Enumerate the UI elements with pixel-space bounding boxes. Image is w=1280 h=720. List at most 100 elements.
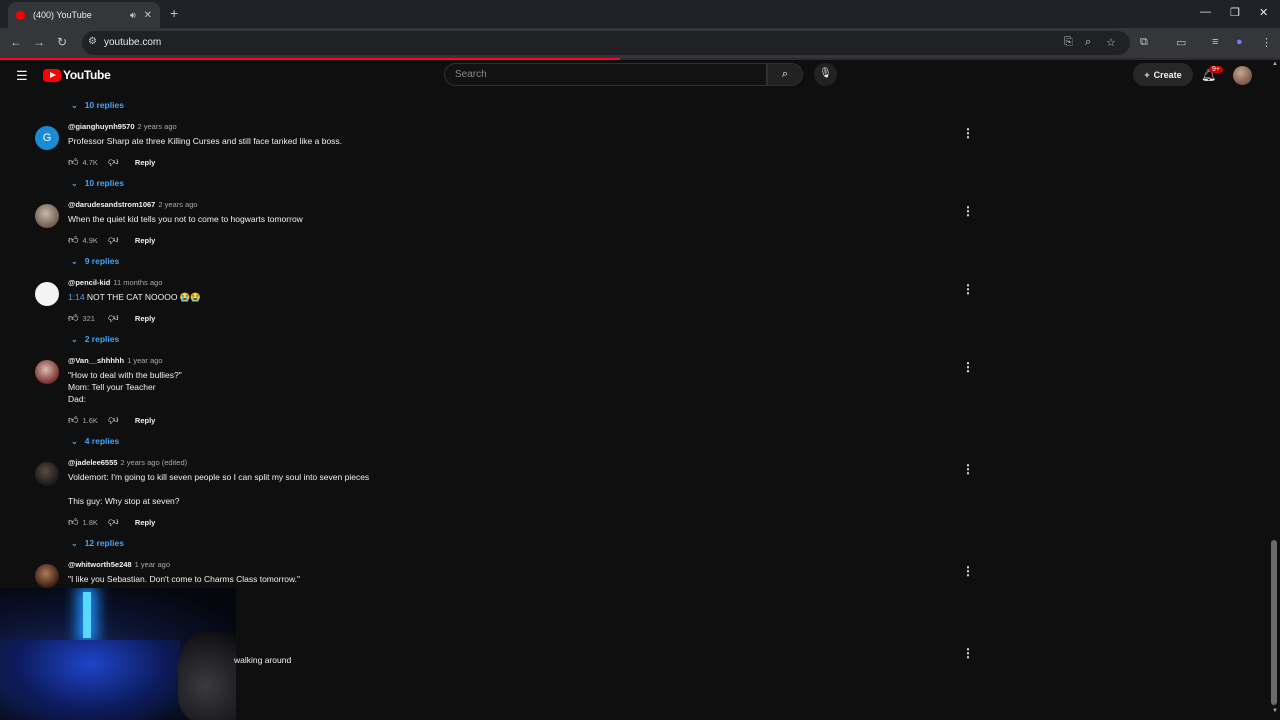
zoom-icon[interactable]: ⌕ — [1085, 36, 1091, 49]
avatar[interactable] — [35, 360, 59, 384]
bookmark-star-icon[interactable]: ☆ — [1106, 36, 1116, 49]
thumbs-up-icon[interactable]: 👍︎ — [68, 516, 78, 528]
thumbs-down-icon[interactable]: 👍︎ — [108, 516, 118, 528]
thumbs-down-icon[interactable]: 👍︎ — [108, 414, 118, 426]
audio-playing-icon[interactable]: 🔊︎ — [130, 10, 136, 21]
install-icon[interactable]: ⎘ — [1064, 36, 1073, 49]
like-count: 1.8K — [82, 517, 98, 527]
comment-author[interactable]: @jadelee6555 — [68, 458, 117, 467]
site-info-icon[interactable]: ⚙︎ — [88, 36, 97, 47]
back-icon[interactable]: ← — [10, 35, 22, 49]
browser-toolbar: ← → ↻ ⚙︎ youtube.com ⎘ ⌕ ☆ ⧉ ▭ ≡ ● ⋮ — [0, 28, 1280, 58]
comment-time[interactable]: 1 year ago — [127, 356, 162, 365]
more-vert-icon[interactable]: ⋮ — [962, 646, 974, 660]
tab-youtube[interactable]: (400) YouTube 🔊︎ ✕ — [8, 2, 160, 28]
comment-actions: 👍︎ 1.8K 👍︎ Reply — [68, 516, 155, 528]
replies-count: 10 replies — [84, 100, 124, 110]
comment-author[interactable]: @gianghuynh9570 — [68, 122, 135, 131]
avatar[interactable]: G — [35, 126, 59, 150]
thumbs-up-icon[interactable]: 👍︎ — [68, 414, 78, 426]
comment-author[interactable]: @Van__shhhhh — [68, 356, 124, 365]
search-input[interactable]: Search — [444, 63, 767, 86]
replies-toggle[interactable]: ⌄ 2 replies — [71, 334, 119, 344]
hamburger-icon[interactable]: ☰ — [16, 68, 28, 84]
reply-button[interactable]: Reply — [135, 416, 155, 425]
reply-button[interactable]: Reply — [135, 158, 155, 167]
avatar[interactable] — [35, 462, 59, 486]
reply-button[interactable]: Reply — [135, 518, 155, 527]
restore-icon[interactable]: ❐ — [1230, 6, 1240, 19]
cast-icon[interactable]: ▭ — [1176, 36, 1186, 49]
more-vert-icon[interactable]: ⋮ — [962, 126, 974, 140]
thumbs-up-icon[interactable]: 👍︎ — [68, 234, 78, 246]
replies-toggle[interactable]: ⌄ 10 replies — [71, 100, 124, 110]
chevron-down-icon: ⌄ — [71, 538, 78, 548]
search-button[interactable]: ⌕ — [767, 63, 803, 86]
avatar[interactable] — [35, 564, 59, 588]
comment-time[interactable]: 2 years ago — [158, 200, 197, 209]
replies-toggle[interactable]: ⌄ 9 replies — [71, 256, 119, 266]
thumbs-up-icon[interactable]: 👍︎ — [68, 312, 78, 324]
browser-menu-icon[interactable]: ⋮ — [1261, 36, 1272, 49]
more-vert-icon[interactable]: ⋮ — [962, 564, 974, 578]
comment-time[interactable]: 2 years ago (edited) — [120, 458, 187, 467]
replies-toggle[interactable]: ⌄ 12 replies — [71, 538, 124, 548]
replies-count: 12 replies — [84, 538, 124, 548]
more-vert-icon[interactable]: ⋮ — [962, 360, 974, 374]
reply-button[interactable]: Reply — [135, 314, 155, 323]
close-window-icon[interactable]: ✕ — [1259, 6, 1268, 19]
logo-text: YouTube — [63, 68, 111, 82]
account-avatar[interactable] — [1233, 66, 1252, 85]
mic-icon: 🎙︎ — [819, 68, 832, 79]
replies-toggle[interactable]: ⌄ 4 replies — [71, 436, 119, 446]
chevron-down-icon: ⌄ — [71, 334, 78, 344]
thumbs-down-icon[interactable]: 👍︎ — [108, 156, 118, 168]
comment-author[interactable]: @darudesandstrom1067 — [68, 200, 155, 209]
comment-time[interactable]: 1 year ago — [135, 560, 170, 569]
extensions-icon[interactable]: ⧉ — [1140, 36, 1148, 49]
comment-text: 1:14 NOT THE CAT NOOOO 😭😭 — [68, 291, 201, 303]
comment-time[interactable]: 11 months ago — [113, 278, 162, 287]
thumbs-down-icon[interactable]: 👍︎ — [108, 312, 118, 324]
media-icon[interactable]: ≡ — [1212, 36, 1218, 48]
notification-badge: 9+ — [1209, 66, 1223, 73]
replies-count: 10 replies — [84, 178, 124, 188]
replies-toggle[interactable]: ⌄ 10 replies — [71, 178, 124, 188]
comment-text: Professor Sharp ate three Killing Curses… — [68, 136, 343, 146]
scroll-up-icon[interactable]: ▲ — [1272, 61, 1278, 67]
new-tab-icon[interactable]: + — [170, 5, 178, 21]
comment-time[interactable]: 2 years ago — [138, 122, 177, 131]
address-bar[interactable]: ⚙︎ youtube.com — [82, 31, 1130, 55]
more-vert-icon[interactable]: ⋮ — [962, 282, 974, 296]
avatar[interactable] — [35, 282, 59, 306]
comment-author[interactable]: @whitworth5e248 — [68, 560, 132, 569]
partial-comment-text: walking around — [234, 655, 292, 665]
chevron-down-icon: ⌄ — [71, 100, 78, 110]
forward-icon[interactable]: → — [33, 35, 45, 49]
thumbs-up-icon[interactable]: 👍︎ — [68, 156, 78, 168]
comment-meta: @gianghuynh9570 2 years ago — [68, 122, 177, 131]
like-count: 4.7K — [82, 157, 98, 167]
avatar[interactable] — [35, 204, 59, 228]
url-text: youtube.com — [104, 37, 162, 48]
more-vert-icon[interactable]: ⋮ — [962, 462, 974, 476]
scroll-down-icon[interactable]: ▼ — [1272, 708, 1278, 714]
youtube-logo[interactable]: YouTube — [43, 68, 111, 82]
plus-icon: + — [1144, 69, 1150, 80]
timestamp-link[interactable]: 1:14 — [68, 292, 85, 302]
thumbs-down-icon[interactable]: 👍︎ — [108, 234, 118, 246]
voice-search-button[interactable]: 🎙︎ — [814, 63, 837, 86]
comment-author[interactable]: @pencil-kid — [68, 278, 110, 287]
close-tab-icon[interactable]: ✕ — [144, 10, 152, 21]
more-vert-icon[interactable]: ⋮ — [962, 204, 974, 218]
profile-icon[interactable]: ● — [1236, 36, 1243, 48]
minimize-icon[interactable]: — — [1200, 6, 1211, 18]
webcam-person — [178, 632, 236, 720]
webcam-scene — [0, 640, 180, 720]
scrollbar-thumb[interactable] — [1271, 540, 1277, 705]
create-label: Create — [1153, 69, 1182, 80]
reply-button[interactable]: Reply — [135, 236, 155, 245]
reload-icon[interactable]: ↻ — [57, 35, 67, 49]
create-button[interactable]: + Create — [1133, 63, 1193, 86]
replies-count: 2 replies — [84, 334, 120, 344]
